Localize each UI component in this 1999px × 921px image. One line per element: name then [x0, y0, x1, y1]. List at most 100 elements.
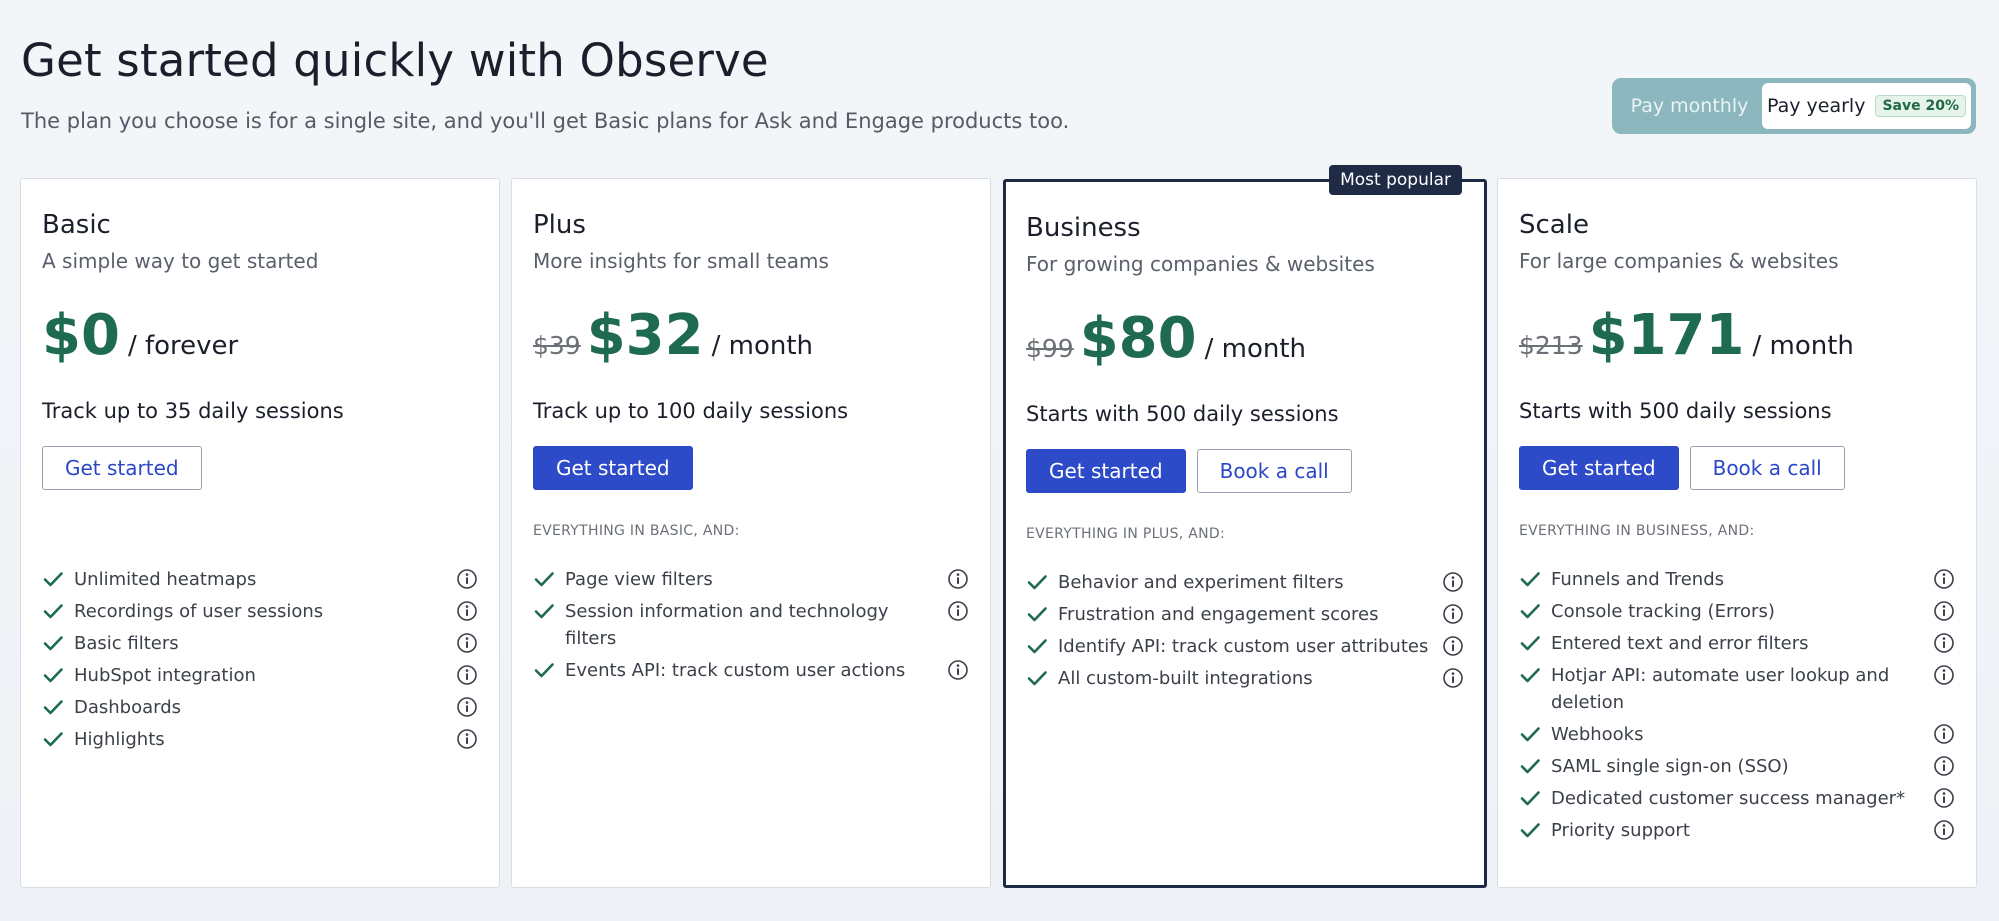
get-started-button[interactable]: Get started: [533, 446, 693, 490]
info-icon[interactable]: [1933, 723, 1955, 745]
get-started-button[interactable]: Get started: [1026, 449, 1186, 493]
info-icon[interactable]: [456, 568, 478, 590]
feature-item: Session information and technology filte…: [533, 598, 969, 652]
feature-text: Identify API: track custom user attribut…: [1058, 636, 1429, 657]
info-icon[interactable]: [1442, 667, 1464, 689]
price-row: $39 $32 / month: [533, 304, 969, 368]
feature-text: HubSpot integration: [74, 665, 256, 686]
feature-item: Console tracking (Errors): [1519, 598, 1955, 625]
book-a-call-button[interactable]: Book a call: [1196, 449, 1352, 493]
check-icon: [1026, 571, 1048, 593]
book-a-call-button[interactable]: Book a call: [1689, 446, 1845, 490]
feature-text: Session information and technology filte…: [565, 601, 889, 649]
plan-period: / month: [1204, 334, 1307, 364]
feature-text: Behavior and experiment filters: [1058, 572, 1344, 593]
feature-list: Unlimited heatmaps Recordings of user ses…: [42, 566, 478, 753]
pay-yearly-label: Pay yearly: [1767, 95, 1866, 117]
check-icon: [1519, 632, 1541, 654]
check-icon: [533, 600, 555, 622]
feature-text: SAML single sign-on (SSO): [1551, 756, 1789, 777]
feature-text: Recordings of user sessions: [74, 601, 324, 622]
info-icon[interactable]: [1933, 755, 1955, 777]
most-popular-badge: Most popular: [1329, 165, 1462, 195]
plan-card-plus: Plus More insights for small teams $39 $…: [511, 178, 991, 888]
feature-text: Highlights: [74, 729, 165, 750]
info-icon[interactable]: [1933, 664, 1955, 686]
feature-item: Priority support: [1519, 817, 1955, 844]
plan-sessions: Starts with 500 daily sessions: [1519, 399, 1832, 423]
plan-card-basic: Basic A simple way to get started $0 / f…: [20, 178, 500, 888]
info-icon[interactable]: [456, 664, 478, 686]
plan-tagline: A simple way to get started: [42, 249, 319, 273]
info-icon[interactable]: [947, 659, 969, 681]
check-icon: [533, 659, 555, 681]
features-section-label: [42, 523, 478, 541]
features-section-label: EVERYTHING IN BUSINESS, AND:: [1519, 523, 1755, 539]
feature-text: Dedicated customer success manager*: [1551, 788, 1906, 809]
check-icon: [1519, 755, 1541, 777]
plan-tagline: For growing companies & websites: [1026, 252, 1375, 276]
info-icon[interactable]: [1933, 600, 1955, 622]
feature-item: Dashboards: [42, 694, 478, 721]
feature-item: Webhooks: [1519, 721, 1955, 748]
info-icon[interactable]: [456, 728, 478, 750]
info-icon[interactable]: [1442, 635, 1464, 657]
info-icon[interactable]: [456, 600, 478, 622]
original-price: $99: [1026, 334, 1074, 363]
check-icon: [1519, 568, 1541, 590]
info-icon[interactable]: [1933, 787, 1955, 809]
feature-list: Page view filters Session information and…: [533, 566, 969, 684]
check-icon: [1519, 664, 1541, 686]
check-icon: [42, 728, 64, 750]
get-started-button[interactable]: Get started: [42, 446, 202, 490]
pay-yearly-option[interactable]: Pay yearly Save 20%: [1762, 83, 1971, 129]
feature-text: Entered text and error filters: [1551, 633, 1809, 654]
info-icon[interactable]: [947, 600, 969, 622]
save-badge: Save 20%: [1875, 95, 1966, 117]
original-price: $213: [1519, 331, 1583, 360]
billing-period-toggle[interactable]: Pay monthly Pay yearly Save 20%: [1612, 78, 1976, 134]
check-icon: [533, 568, 555, 590]
check-icon: [42, 664, 64, 686]
price-row: $213 $171 / month: [1519, 304, 1955, 368]
plan-name: Plus: [533, 210, 586, 240]
feature-text: Hotjar API: automate user lookup and del…: [1551, 665, 1890, 713]
feature-text: Dashboards: [74, 697, 182, 718]
plan-sessions: Track up to 100 daily sessions: [533, 399, 849, 423]
info-icon[interactable]: [1933, 568, 1955, 590]
check-icon: [1026, 667, 1048, 689]
check-icon: [42, 568, 64, 590]
feature-item: SAML single sign-on (SSO): [1519, 753, 1955, 780]
plan-actions: Get started: [533, 446, 969, 490]
get-started-button[interactable]: Get started: [1519, 446, 1679, 490]
info-icon[interactable]: [947, 568, 969, 590]
pay-monthly-option[interactable]: Pay monthly: [1617, 83, 1762, 129]
feature-item: Behavior and experiment filters: [1026, 569, 1464, 596]
feature-text: Webhooks: [1551, 724, 1644, 745]
feature-item: Frustration and engagement scores: [1026, 601, 1464, 628]
check-icon: [1519, 600, 1541, 622]
feature-item: Page view filters: [533, 566, 969, 593]
feature-list: Funnels and Trends Console tracking (Erro…: [1519, 566, 1955, 844]
info-icon[interactable]: [456, 632, 478, 654]
info-icon[interactable]: [1933, 819, 1955, 841]
plan-period: / month: [1752, 331, 1854, 361]
plan-tagline: More insights for small teams: [533, 249, 829, 273]
feature-list: Behavior and experiment filters Frustrati…: [1026, 569, 1464, 692]
feature-text: Frustration and engagement scores: [1058, 604, 1379, 625]
feature-item: HubSpot integration: [42, 662, 478, 689]
check-icon: [1026, 603, 1048, 625]
info-icon[interactable]: [456, 696, 478, 718]
check-icon: [42, 600, 64, 622]
feature-text: Unlimited heatmaps: [74, 569, 257, 590]
plan-price: $32: [586, 303, 704, 368]
plan-sessions: Track up to 35 daily sessions: [42, 399, 344, 423]
info-icon[interactable]: [1933, 632, 1955, 654]
info-icon[interactable]: [1442, 571, 1464, 593]
feature-item: Basic filters: [42, 630, 478, 657]
check-icon: [1519, 787, 1541, 809]
plan-name: Scale: [1519, 210, 1589, 240]
feature-item: Dedicated customer success manager*: [1519, 785, 1955, 812]
info-icon[interactable]: [1442, 603, 1464, 625]
feature-text: Priority support: [1551, 820, 1690, 841]
